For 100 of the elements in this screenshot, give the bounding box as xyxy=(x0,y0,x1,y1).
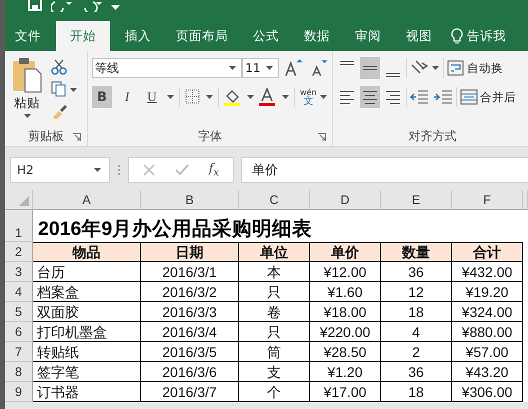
table-cell: ¥306.00 xyxy=(452,382,523,402)
table-cell: ¥43.20 xyxy=(452,362,523,382)
row-header[interactable]: 8 xyxy=(5,362,33,382)
phonetic-guide-button[interactable]: wén 文 xyxy=(300,88,327,106)
save-icon[interactable] xyxy=(27,0,43,12)
italic-button[interactable]: I xyxy=(117,86,137,108)
borders-icon[interactable] xyxy=(185,89,213,105)
copy-icon[interactable] xyxy=(51,81,77,97)
table-cell: 双面胶 xyxy=(33,302,141,322)
align-lines-icon xyxy=(363,66,377,70)
ribbon-tab[interactable]: 公式 xyxy=(243,21,289,51)
align-lines-icon xyxy=(340,61,354,65)
table-cell: 36 xyxy=(381,262,452,282)
table-cell: ¥1.20 xyxy=(310,362,381,382)
row-header[interactable]: 1 xyxy=(5,210,33,242)
fill-color-icon[interactable] xyxy=(224,88,254,106)
corner-triangle-icon xyxy=(19,196,29,206)
caret-icon xyxy=(320,95,327,99)
table-cell: 个 xyxy=(239,382,310,402)
merge-center-button[interactable]: 合并后 xyxy=(460,88,516,106)
column-header[interactable]: D xyxy=(310,190,381,210)
table-cell: 台历 xyxy=(33,262,141,282)
align-lines-icon xyxy=(386,90,400,104)
row-header[interactable]: 3 xyxy=(5,262,33,282)
table-cell: 18 xyxy=(381,302,452,322)
column-header[interactable]: A xyxy=(33,190,141,210)
table-cell: 2016/3/5 xyxy=(141,342,239,362)
dialog-launcher-icon[interactable] xyxy=(73,133,81,141)
row-header[interactable]: 9 xyxy=(5,382,33,402)
table-cell: 只 xyxy=(239,322,310,342)
group-label: 对齐方式 xyxy=(408,128,456,144)
lightbulb-icon xyxy=(451,28,463,44)
row-header[interactable]: 5 xyxy=(5,302,33,322)
align-lines-icon xyxy=(340,90,354,104)
dropdown-caret-icon xyxy=(266,66,274,70)
clipboard-icon xyxy=(12,57,42,93)
name-box[interactable]: H2 xyxy=(10,157,110,183)
table-cell: 只 xyxy=(239,282,310,302)
tell-me-search[interactable]: 告诉我 xyxy=(451,21,506,51)
ribbon-tab[interactable]: 页面布局 xyxy=(166,21,238,51)
wrap-text-button[interactable]: 自动换 xyxy=(447,59,503,77)
table-cell: 18 xyxy=(381,382,452,402)
ribbon-tab[interactable]: 插入 xyxy=(115,21,161,51)
dialog-launcher-icon[interactable] xyxy=(318,133,326,141)
column-header[interactable]: B xyxy=(141,190,239,210)
row-header[interactable]: 2 xyxy=(5,242,33,262)
table-cell: ¥19.20 xyxy=(452,282,523,302)
row-header[interactable]: 4 xyxy=(5,282,33,302)
paste-button[interactable]: 粘贴 xyxy=(9,57,45,126)
column-heading-cell: 单价 xyxy=(310,242,381,262)
table-cell: 本 xyxy=(239,262,310,282)
font-color-icon[interactable] xyxy=(259,88,289,106)
increase-font-size-icon[interactable] xyxy=(284,59,304,77)
undo-icon[interactable] xyxy=(51,0,73,12)
table-cell: 筒 xyxy=(239,342,310,362)
scissors-icon[interactable] xyxy=(51,59,67,75)
dropdown-caret-icon xyxy=(94,168,101,172)
table-cell: 4 xyxy=(381,322,452,342)
table-cell: ¥1.60 xyxy=(310,282,381,302)
caret-icon xyxy=(24,114,30,118)
column-header[interactable]: C xyxy=(239,190,310,210)
table-cell: 2 xyxy=(381,342,452,362)
table-cell: 订书器 xyxy=(33,382,141,402)
table-cell: ¥17.00 xyxy=(310,382,381,402)
table-cell: ¥324.00 xyxy=(452,302,523,322)
table-cell: 卷 xyxy=(239,302,310,322)
align-center-button[interactable] xyxy=(360,86,380,108)
column-heading-cell: 合计 xyxy=(452,242,523,262)
ribbon-tab[interactable]: 文件 xyxy=(5,21,51,51)
insert-function-button[interactable]: f$_{x}$ xyxy=(208,161,220,179)
table-cell: ¥432.00 xyxy=(452,262,523,282)
decrease-indent-icon[interactable] xyxy=(410,88,430,106)
caret-icon[interactable] xyxy=(167,95,174,99)
format-painter-icon[interactable] xyxy=(51,103,67,119)
table-cell: 转贴纸 xyxy=(33,342,141,362)
table-cell: ¥28.50 xyxy=(310,342,381,362)
redo-icon[interactable] xyxy=(81,0,103,12)
column-heading-cell: 单位 xyxy=(239,242,310,262)
table-cell: 36 xyxy=(381,362,452,382)
column-header[interactable]: E xyxy=(381,190,452,210)
row-header[interactable]: 6 xyxy=(5,322,33,342)
table-cell: 档案盒 xyxy=(33,282,141,302)
bold-button[interactable]: B xyxy=(92,86,112,108)
ribbon-tab[interactable]: 视图 xyxy=(396,21,442,51)
increase-indent-icon[interactable] xyxy=(433,88,453,106)
formula-input-field[interactable]: 单价 xyxy=(241,157,528,183)
underline-button[interactable]: U xyxy=(142,86,162,108)
font-name-field[interactable]: 等线 xyxy=(92,58,242,78)
ribbon-tab[interactable]: 开始 xyxy=(56,21,110,51)
row-header[interactable]: 7 xyxy=(5,342,33,362)
ribbon-tab[interactable]: 审阅 xyxy=(345,21,391,51)
ribbon-tab[interactable]: 数据 xyxy=(294,21,340,51)
align-middle-button[interactable] xyxy=(360,57,380,79)
font-size-field[interactable]: 11 xyxy=(242,58,280,78)
table-cell: 2016/3/2 xyxy=(141,282,239,302)
column-header[interactable]: F xyxy=(452,190,523,210)
table-cell: ¥880.00 xyxy=(452,322,523,342)
merge-cells-icon xyxy=(460,88,478,106)
table-cell: 2016/3/7 xyxy=(141,382,239,402)
enter-check-icon[interactable] xyxy=(174,164,189,176)
